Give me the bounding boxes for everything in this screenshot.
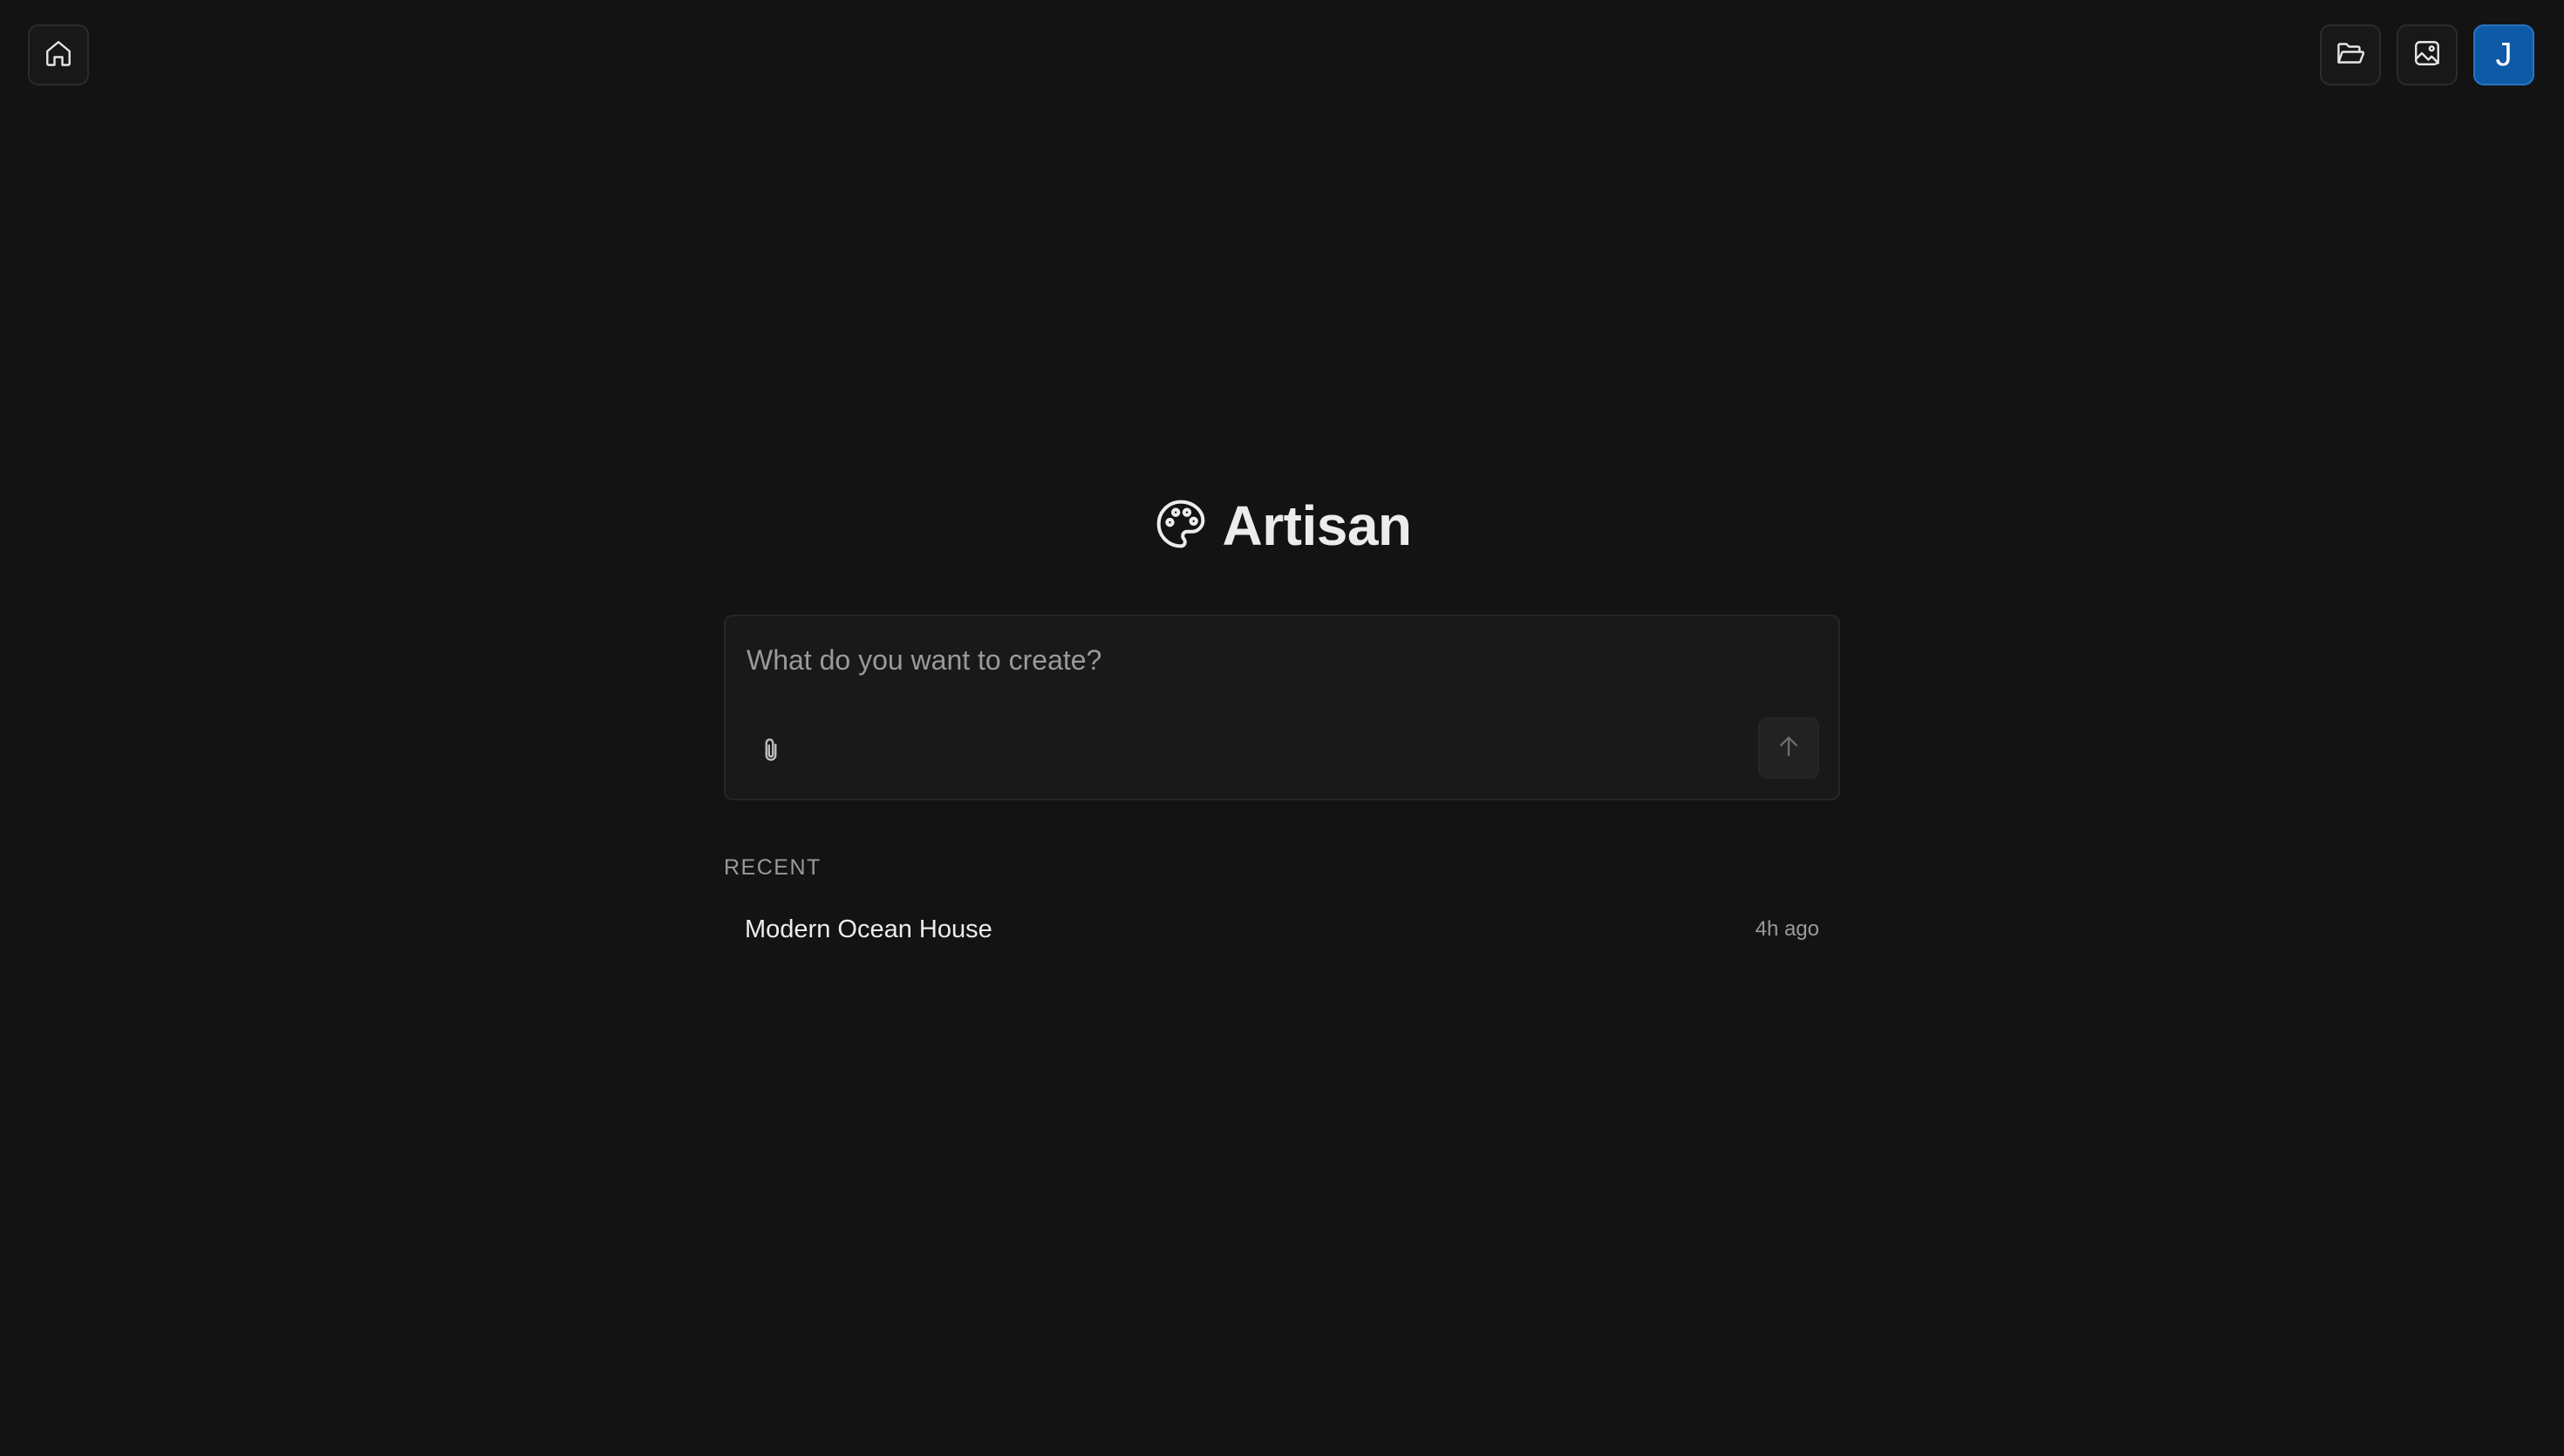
- avatar-initial: J: [2495, 36, 2513, 73]
- palette-icon: [1153, 496, 1209, 556]
- brand-header: Artisan: [0, 493, 2564, 558]
- attach-button[interactable]: [748, 730, 794, 775]
- image-icon: [2411, 37, 2443, 73]
- arrow-up-icon: [1776, 733, 1802, 764]
- paperclip-icon: [755, 735, 787, 771]
- send-button[interactable]: [1758, 718, 1819, 779]
- app-title: Artisan: [1222, 494, 1413, 557]
- prompt-input[interactable]: [747, 641, 1793, 679]
- recent-item[interactable]: Modern Ocean House 4h ago: [724, 903, 1840, 956]
- recent-heading: RECENT: [724, 855, 822, 880]
- home-button[interactable]: [28, 24, 89, 85]
- home-icon: [43, 37, 74, 73]
- recent-item-title: Modern Ocean House: [745, 915, 992, 943]
- projects-button[interactable]: [2320, 24, 2381, 85]
- prompt-composer: [724, 615, 1840, 800]
- app-root: J Artisan What do you want to create? RE…: [0, 0, 2564, 1456]
- gallery-button[interactable]: [2397, 24, 2458, 85]
- folder-open-icon: [2335, 37, 2366, 73]
- user-avatar-button[interactable]: J: [2473, 24, 2534, 85]
- recent-item-time: 4h ago: [1755, 917, 1819, 941]
